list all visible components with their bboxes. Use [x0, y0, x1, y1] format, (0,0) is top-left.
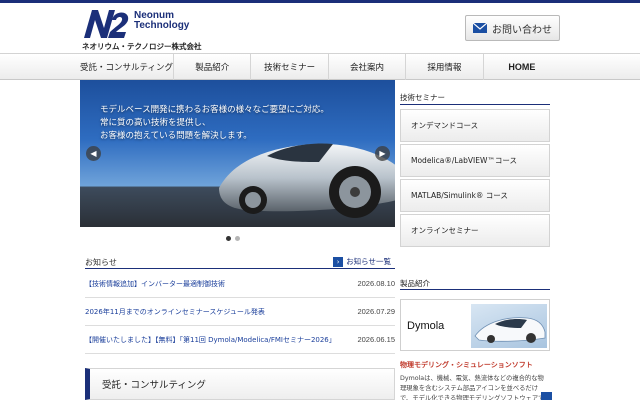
mail-icon	[473, 23, 487, 33]
slider-dot-1[interactable]	[226, 236, 231, 241]
news-item[interactable]: 【開催いたしました】【無料】「第11回 Dymola/Modelica/FMIセ…	[85, 326, 395, 354]
news-item-title[interactable]: 【技術情報追加】インバーター最適制御技術	[85, 279, 225, 289]
page: Neonum Technology ネオリウム・テクノロジー株式会社 お問い合わ…	[0, 0, 640, 400]
news-item-date: 2026.08.10	[357, 279, 395, 288]
news-item-title[interactable]: 2026年11月までのオンラインセミナースケジュール発表	[85, 307, 265, 317]
hero-line3: お客様の抱えている問題を解決します。	[100, 131, 252, 141]
news-item-title[interactable]: 【開催いたしました】【無料】「第11回 Dymola/Modelica/FMIセ…	[85, 335, 336, 345]
news-item-date: 2026.07.29	[357, 307, 395, 316]
company-name: ネオリウム・テクノロジー株式会社	[82, 42, 202, 51]
top-accent-bar	[0, 0, 640, 3]
hero-slider[interactable]: モデルベース開発に携わるお客様の様々なご要望にご対応。 常に質の高い技術を提供し…	[80, 80, 395, 227]
dymola-banner[interactable]: Dymola	[400, 299, 550, 351]
news-title: お知らせ	[85, 258, 117, 267]
nav-item-company[interactable]: 会社案内	[327, 54, 405, 80]
news-more-link[interactable]: › お知らせ一覧	[333, 256, 391, 267]
dymola-subtitle[interactable]: 物理モデリング・シミュレーションソフト	[400, 360, 550, 370]
hero-line2: 常に質の高い技術を提供し、	[100, 118, 211, 128]
nav-item-recruit[interactable]: 採用情報	[405, 54, 482, 80]
dymola-label: Dymola	[407, 320, 445, 332]
nav-item-products[interactable]: 製品紹介	[173, 54, 250, 80]
news-item-date: 2026.06.15	[357, 335, 395, 344]
logo-name-line2: Technology	[134, 20, 190, 31]
contact-button[interactable]: お問い合わせ	[465, 15, 560, 41]
hero-copy: モデルベース開発に携わるお客様の様々なご要望にご対応。 常に質の高い技術を提供し…	[100, 104, 329, 143]
news-list: 【技術情報追加】インバーター最適制御技術 2026.08.10 2026年11月…	[85, 270, 395, 354]
consulting-section-header[interactable]: 受託・コンサルティング	[85, 368, 395, 400]
nav-item-home[interactable]: HOME	[482, 54, 560, 80]
slider-prev-button[interactable]: ◀	[86, 146, 101, 161]
seminar-item-matlab[interactable]: MATLAB/Simulink® コース	[400, 179, 550, 212]
seminar-section-title: 技術セミナー	[400, 92, 550, 105]
dymola-car-image	[471, 304, 547, 348]
seminar-item-ondemand[interactable]: オンデマンドコース	[400, 109, 550, 142]
scroll-top-button[interactable]	[541, 392, 552, 400]
nav-item-consulting[interactable]: 受託・コンサルティング	[80, 54, 173, 80]
seminar-list: オンデマンドコース Modelica®/LabVIEW™コース MATLAB/S…	[400, 109, 550, 249]
slider-dots	[226, 236, 240, 241]
chevron-left-icon: ◀	[90, 149, 97, 158]
news-header: お知らせ › お知らせ一覧	[85, 256, 395, 269]
news-more-label: お知らせ一覧	[346, 257, 391, 266]
hero-line1: モデルベース開発に携わるお客様の様々なご要望にご対応。	[100, 105, 329, 115]
contact-label: お問い合わせ	[492, 24, 552, 36]
news-item[interactable]: 2026年11月までのオンラインセミナースケジュール発表 2026.07.29	[85, 298, 395, 326]
seminar-item-online[interactable]: オンラインセミナー	[400, 214, 550, 247]
news-item[interactable]: 【技術情報追加】インバーター最適制御技術 2026.08.10	[85, 270, 395, 298]
seminar-item-modelica[interactable]: Modelica®/LabVIEW™コース	[400, 144, 550, 177]
n2-logo-mark-icon	[84, 10, 129, 38]
dymola-description: Dymolaは、機械、電気、熱流体などの複合的な物理現象を含むシステム部品アイコ…	[400, 375, 544, 400]
product-section-title: 製品紹介	[400, 278, 550, 290]
slider-dot-2[interactable]	[235, 236, 240, 241]
main-nav: 受託・コンサルティング 製品紹介 技術セミナー 会社案内 採用情報 HOME	[0, 53, 640, 80]
slider-next-button[interactable]: ▶	[375, 146, 390, 161]
consulting-title: 受託・コンサルティング	[102, 380, 206, 391]
company-logo[interactable]: Neonum Technology ネオリウム・テクノロジー株式会社	[82, 8, 204, 51]
chevron-right-icon: ›	[333, 256, 344, 267]
logo-wordmark: Neonum Technology	[134, 11, 204, 31]
nav-item-seminar[interactable]: 技術セミナー	[250, 54, 327, 80]
chevron-right-icon: ▶	[379, 149, 386, 158]
